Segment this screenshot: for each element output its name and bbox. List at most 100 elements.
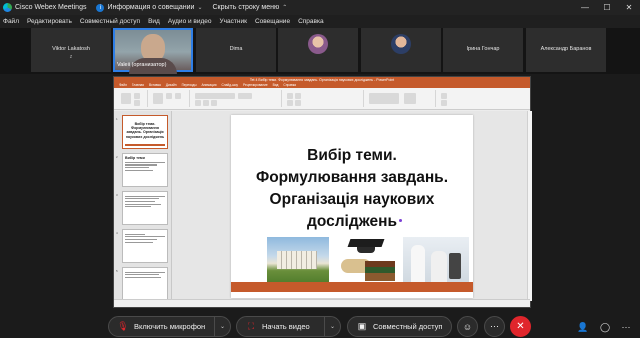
menu-help[interactable]: Справка — [298, 18, 324, 25]
scientist-figure — [411, 245, 425, 283]
participant-tile[interactable]: Ірина Гончар — [443, 28, 523, 72]
chevron-down-icon[interactable]: ⌄ — [214, 317, 230, 336]
participant-tile-active[interactable]: Valeii (организатор) — [113, 28, 193, 74]
chevron-down-icon[interactable]: ⌄ — [324, 317, 340, 336]
end-call-icon[interactable]: ✕ — [510, 316, 531, 337]
menu-share[interactable]: Совместный доступ — [80, 18, 140, 25]
webex-window: Cisco Webex Meetings i Информация о сове… — [0, 0, 640, 338]
slide-thumbnail[interactable] — [122, 229, 168, 263]
thumbnail-line — [125, 167, 149, 169]
participant-name: Dima — [229, 46, 243, 52]
font-size-select[interactable] — [238, 93, 252, 99]
bold-icon[interactable] — [195, 100, 201, 106]
participant-tile[interactable]: Viktor Lakatosh z — [31, 28, 111, 72]
slide-number: 3 — [116, 193, 118, 197]
ribbon-group — [118, 90, 148, 107]
thumbnail-line — [125, 200, 155, 203]
thumbnail-line — [125, 271, 165, 273]
thumbnail-line — [125, 203, 161, 205]
pointer-dot — [399, 219, 402, 222]
menu-file[interactable]: Файл — [3, 18, 19, 25]
hide-menu-button[interactable]: Скрыть строку меню ⌃ — [212, 4, 287, 11]
ribbon-group — [438, 90, 478, 107]
chevron-down-icon: ⌄ — [197, 5, 203, 11]
share-label: Совместный доступ — [373, 322, 443, 331]
mute-label: Включить микрофон — [134, 322, 206, 331]
close-icon[interactable]: ✕ — [618, 0, 640, 15]
bullets-icon[interactable] — [287, 93, 293, 99]
thumbnail-title: Вибір теми — [125, 156, 145, 160]
font-family-select[interactable] — [195, 93, 235, 99]
replace-icon[interactable] — [441, 100, 447, 106]
new-slide-icon[interactable] — [153, 93, 163, 104]
slide-thumbnail[interactable]: Вибір теми — [122, 153, 168, 187]
participant-role: (организатор) — [131, 62, 167, 68]
slide-canvas: Вибір теми. Формулювання завдань. Органі… — [172, 111, 532, 301]
participant-name: Viktor Lakatosh — [52, 46, 90, 52]
minimize-icon[interactable]: — — [574, 0, 596, 15]
cut-icon[interactable] — [134, 93, 140, 99]
start-video-button[interactable]: ⛶ Начать видео ⌄ — [236, 316, 341, 337]
thumbnail-bar — [125, 144, 165, 146]
arrange-icon[interactable] — [404, 93, 416, 104]
menu-view[interactable]: Вид — [148, 18, 160, 25]
more-icon[interactable]: ⋯ — [484, 316, 505, 337]
participant-tile[interactable] — [361, 28, 441, 72]
copy-icon[interactable] — [134, 100, 140, 106]
start-video-label: Начать видео — [262, 322, 310, 331]
numbering-icon[interactable] — [295, 93, 301, 99]
layout-icon[interactable] — [166, 93, 172, 99]
thumbnail-line — [125, 195, 165, 197]
find-icon[interactable] — [441, 93, 447, 99]
mute-button[interactable]: 🎙 Включить микрофон ⌄ — [108, 316, 231, 337]
thumbnail-line — [125, 233, 145, 235]
slide-number: 1 — [116, 117, 118, 121]
more-options-icon[interactable]: ⋯ — [619, 320, 633, 334]
cap-top — [347, 239, 385, 247]
menu-meeting[interactable]: Совещание — [255, 18, 290, 25]
meeting-info-button[interactable]: i Информация о совещании ⌄ — [96, 3, 203, 12]
align-center-icon[interactable] — [295, 100, 301, 106]
chat-icon[interactable]: ◯ — [598, 320, 612, 334]
menu-edit[interactable]: Редактировать — [27, 18, 72, 25]
slide-thumbnail[interactable] — [122, 267, 168, 301]
reset-icon[interactable] — [175, 93, 181, 99]
microscope-shape — [449, 253, 461, 279]
shapes-gallery[interactable] — [369, 93, 399, 104]
participant-subtitle: z — [69, 54, 73, 60]
slide-number: 5 — [116, 269, 118, 273]
slide-thumbnail[interactable] — [122, 191, 168, 225]
shared-screen: Tet 4 Вибір теми. Формулювання завдань. … — [113, 76, 532, 308]
app-title: Cisco Webex Meetings — [15, 4, 87, 11]
align-left-icon[interactable] — [287, 100, 293, 106]
thumbnail-line — [125, 164, 157, 166]
window-controls: — ☐ ✕ — [574, 0, 640, 15]
ppt-status-bar — [114, 299, 530, 307]
underline-icon[interactable] — [211, 100, 217, 106]
meeting-info-label: Информация о совещании — [107, 4, 195, 11]
menu-participant[interactable]: Участник — [220, 18, 247, 25]
participants-icon[interactable]: 👤 — [576, 320, 590, 334]
university-building-image — [267, 237, 329, 285]
laboratory-scientists-image — [403, 237, 469, 285]
vertical-scrollbar[interactable] — [527, 111, 532, 301]
current-slide[interactable]: Вибір теми. Формулювання завдань. Органі… — [231, 115, 473, 298]
thumbnail-line — [125, 276, 161, 279]
thumbnail-line — [125, 241, 153, 243]
italic-icon[interactable] — [203, 100, 209, 106]
share-button[interactable]: ▣ Совместный доступ — [347, 316, 452, 337]
participant-tile[interactable] — [278, 28, 358, 72]
participant-tile[interactable]: Dima — [196, 28, 276, 72]
slide-thumbnail[interactable]: Вибір теми. Формулювання завдань. Органі… — [122, 115, 168, 149]
maximize-icon[interactable]: ☐ — [596, 0, 618, 15]
info-icon: i — [96, 3, 105, 12]
graduation-cap-books-image — [335, 237, 397, 285]
thumbnail-line — [125, 198, 159, 200]
menu-audio-video[interactable]: Аудио и видео — [168, 18, 212, 25]
title-bar: Cisco Webex Meetings i Информация о сове… — [0, 0, 640, 15]
reactions-icon[interactable]: ☺ — [457, 316, 478, 337]
participant-tile[interactable]: Александр Баранов — [526, 28, 606, 72]
participant-video: Valeii (организатор) — [115, 30, 191, 74]
paste-icon[interactable] — [121, 93, 131, 104]
chevron-up-icon: ⌃ — [282, 5, 288, 11]
